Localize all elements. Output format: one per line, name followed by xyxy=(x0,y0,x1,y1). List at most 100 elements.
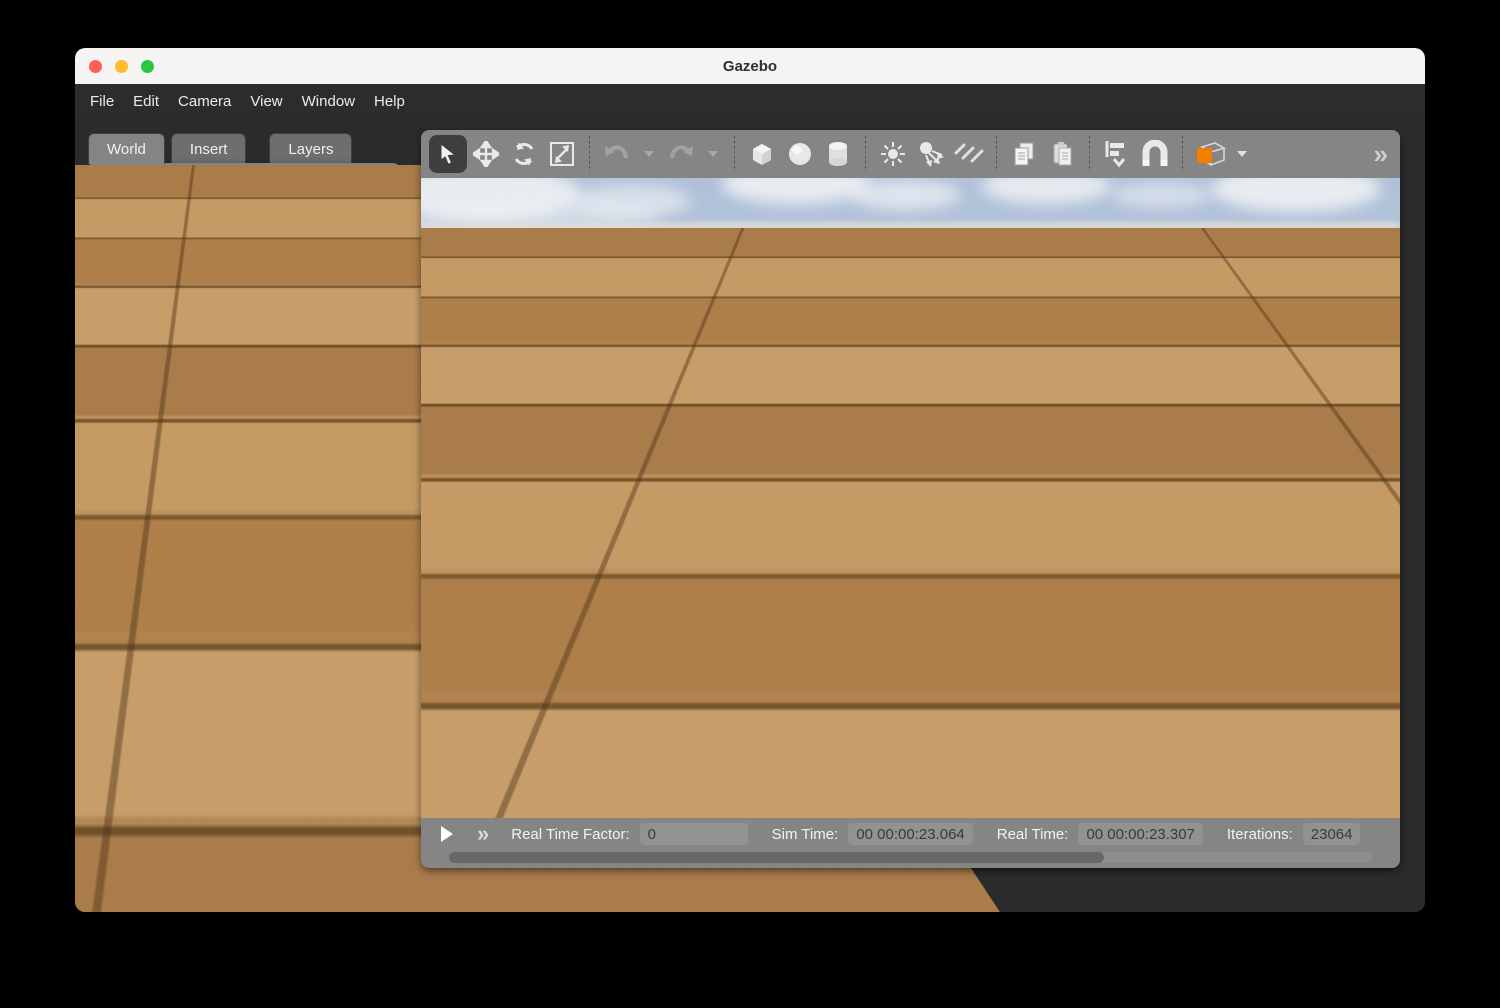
sim-time-label: Sim Time: xyxy=(772,826,839,843)
statusbar-expand-button[interactable]: » xyxy=(477,825,487,843)
undo-history-caret-icon[interactable] xyxy=(644,151,654,157)
scale-icon xyxy=(549,141,575,167)
tab-layers[interactable]: Layers xyxy=(269,133,352,164)
property-table-header: Property Value xyxy=(94,411,396,436)
tree-item-links[interactable]: LINKS xyxy=(90,330,400,353)
directional-light-icon xyxy=(954,141,984,167)
spot-light-button[interactable] xyxy=(912,135,950,173)
rotate-tool-button[interactable] xyxy=(505,135,543,173)
translate-tool-button[interactable] xyxy=(467,135,505,173)
translate-icon xyxy=(473,141,499,167)
property-row-max-step-size[interactable]: max step size 0.001000 xyxy=(94,506,396,527)
sim-time-value: 00 00:00:23.064 xyxy=(848,823,972,845)
copy-icon xyxy=(1010,140,1038,168)
align-tool-button[interactable] xyxy=(1098,135,1136,173)
insert-cylinder-button[interactable] xyxy=(819,135,857,173)
redo-history-caret-icon[interactable] xyxy=(708,151,718,157)
point-light-icon xyxy=(879,140,907,168)
window-title: Gazebo xyxy=(75,58,1425,75)
menu-help[interactable]: Help xyxy=(374,93,405,110)
play-button[interactable] xyxy=(441,826,453,842)
select-arrow-icon xyxy=(436,142,460,166)
view-angle-caret-icon[interactable] xyxy=(1237,151,1247,157)
property-row-physics-engine[interactable]: physics engine ODE xyxy=(94,437,396,458)
section-gravity[interactable]: gravity xyxy=(94,529,396,549)
spot-light-icon xyxy=(917,140,945,168)
real-time-factor-label: Real Time Factor: xyxy=(511,826,629,843)
property-row-real-time-update[interactable]: real time update... 1 000.000000 xyxy=(94,483,396,504)
3d-viewport[interactable] xyxy=(421,178,1400,818)
value-column-header: Value xyxy=(247,416,290,432)
cloud xyxy=(1211,178,1381,212)
viewport-scroll-row xyxy=(421,850,1400,868)
zoom-button[interactable] xyxy=(141,60,154,73)
panel-tabs: World Insert Layers xyxy=(88,133,358,164)
view-angle-cube-icon xyxy=(1193,138,1227,170)
empty-row xyxy=(99,703,391,729)
titlebar: Gazebo xyxy=(75,48,1425,84)
splitter-handle[interactable] xyxy=(242,403,249,410)
tab-world[interactable]: World xyxy=(88,133,165,164)
view-angle-button[interactable] xyxy=(1191,135,1229,173)
toolbar-separator xyxy=(1182,136,1183,172)
toolbar-separator xyxy=(865,136,866,172)
iterations-label: Iterations: xyxy=(1227,826,1293,843)
menu-view[interactable]: View xyxy=(250,93,282,110)
render-panel: » xyxy=(421,130,1400,868)
toolbar-separator xyxy=(996,136,997,172)
box-icon xyxy=(748,140,776,168)
collapsed-caret-icon[interactable] xyxy=(108,583,116,595)
collapsed-caret-icon[interactable] xyxy=(108,608,116,620)
horizontal-scrollbar-thumb[interactable] xyxy=(449,852,1104,863)
cloud xyxy=(851,180,961,210)
real-time-factor-value: 0 xyxy=(640,823,748,845)
cloud xyxy=(1111,182,1211,208)
section-magnetic-field[interactable]: magnetic field xyxy=(94,554,396,574)
horizontal-scrollbar-track[interactable] xyxy=(449,852,1372,863)
section-solver[interactable]: solver xyxy=(94,579,396,599)
select-tool-button[interactable] xyxy=(429,135,467,173)
undo-button[interactable] xyxy=(598,135,636,173)
directional-light-button[interactable] xyxy=(950,135,988,173)
insert-sphere-button[interactable] xyxy=(781,135,819,173)
collapsed-caret-icon[interactable] xyxy=(108,558,116,570)
magnet-icon xyxy=(1140,140,1170,168)
menu-camera[interactable]: Camera xyxy=(178,93,231,110)
cylinder-icon xyxy=(824,140,852,168)
paste-icon xyxy=(1048,140,1076,168)
property-row-enable-physics[interactable]: enable physics ✓ True xyxy=(94,460,396,481)
align-icon xyxy=(1102,139,1132,169)
redo-button[interactable] xyxy=(662,135,700,173)
copy-button[interactable] xyxy=(1005,135,1043,173)
panel-horizontal-scrollbar[interactable] xyxy=(101,855,389,862)
toolbar-separator xyxy=(589,136,590,172)
menu-window[interactable]: Window xyxy=(302,93,355,110)
toolbar-overflow-button[interactable]: » xyxy=(1374,141,1386,167)
property-column-header: Property xyxy=(95,416,247,432)
quadcopter-model xyxy=(821,416,1003,504)
paste-button[interactable] xyxy=(1043,135,1081,173)
collapsed-caret-icon[interactable] xyxy=(108,533,116,545)
scale-tool-button[interactable] xyxy=(543,135,581,173)
drone-shadow xyxy=(786,658,1016,773)
insert-box-button[interactable] xyxy=(743,135,781,173)
enable-physics-checkbox[interactable]: ✓ xyxy=(254,462,270,478)
menu-edit[interactable]: Edit xyxy=(133,93,159,110)
empty-row xyxy=(99,805,391,831)
menu-file[interactable]: File xyxy=(90,93,114,110)
tree-item-link[interactable]: link xyxy=(90,353,400,376)
empty-row xyxy=(99,652,391,678)
snap-tool-button[interactable] xyxy=(1136,135,1174,173)
section-constraints[interactable]: constraints xyxy=(94,604,396,624)
sphere-icon xyxy=(786,140,814,168)
minimize-button[interactable] xyxy=(115,60,128,73)
point-light-button[interactable] xyxy=(874,135,912,173)
close-button[interactable] xyxy=(89,60,102,73)
tree-scrollbar[interactable] xyxy=(387,211,396,317)
toolbar-separator xyxy=(1089,136,1090,172)
render-toolbar: » xyxy=(421,130,1400,178)
tab-insert[interactable]: Insert xyxy=(171,133,247,164)
undo-icon xyxy=(603,142,631,166)
gazebo-window: Gazebo File Edit Camera View Window Help… xyxy=(75,48,1425,912)
real-time-value: 00 00:00:23.307 xyxy=(1078,823,1202,845)
